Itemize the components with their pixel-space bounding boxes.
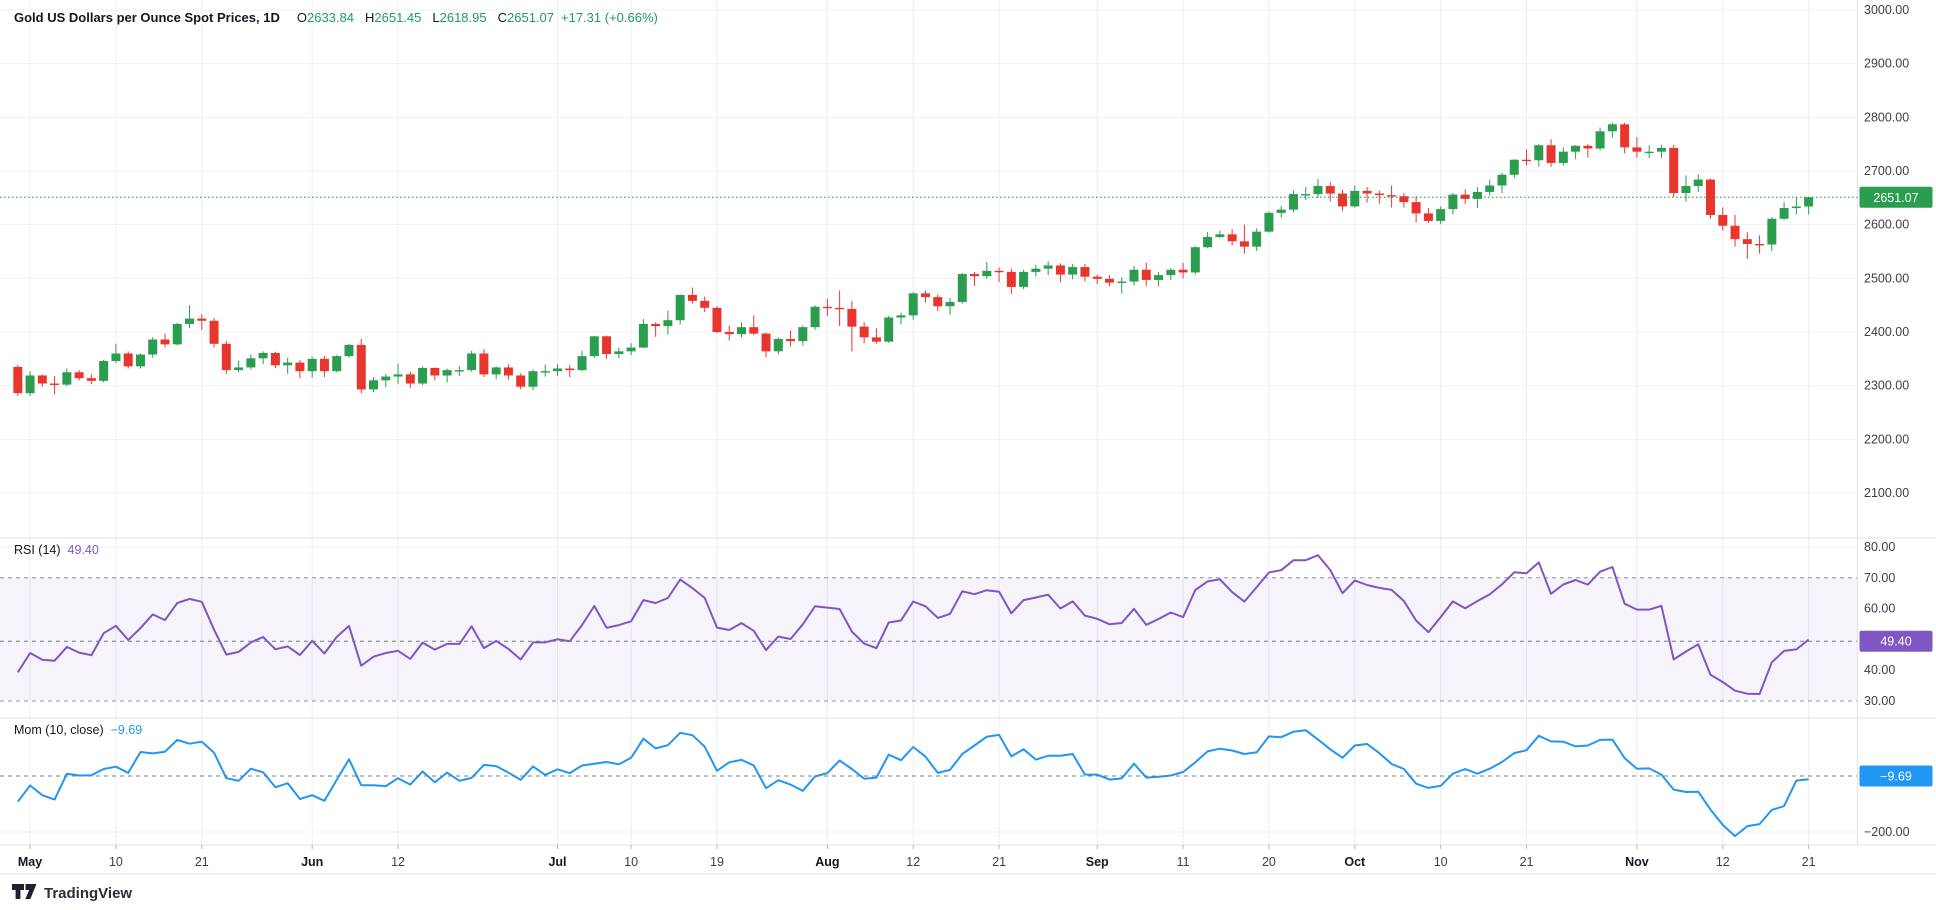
svg-text:2100.00: 2100.00 [1864,486,1909,500]
ohlc-high: H2651.45 [361,10,421,25]
svg-text:49.40: 49.40 [1880,635,1911,649]
svg-text:Jun: Jun [301,855,323,869]
svg-text:2700.00: 2700.00 [1864,164,1909,178]
rsi-label: RSI (14) [14,543,61,557]
svg-text:30.00: 30.00 [1864,694,1895,708]
svg-text:3000.00: 3000.00 [1864,3,1909,17]
svg-text:2400.00: 2400.00 [1864,325,1909,339]
price-axis[interactable]: 3000.00 2900.00 2800.00 2700.00 2600.00 2500.… [1864,3,1910,839]
main-series-legend: Gold US Dollars per Ounce Spot Prices, 1… [14,10,658,25]
rsi-indicator-legend: RSI (14) 49.40 [14,543,99,557]
svg-text:May: May [18,855,42,869]
change-value: +17.31 (+0.66%) [561,10,658,25]
svg-text:21: 21 [992,855,1006,869]
svg-text:12: 12 [391,855,405,869]
svg-text:19: 19 [710,855,724,869]
svg-text:Nov: Nov [1625,855,1649,869]
svg-text:12: 12 [1716,855,1730,869]
svg-text:60.00: 60.00 [1864,602,1895,616]
svg-text:2300.00: 2300.00 [1864,379,1909,393]
svg-text:2900.00: 2900.00 [1864,57,1909,71]
svg-text:10: 10 [624,855,638,869]
svg-text:2600.00: 2600.00 [1864,218,1909,232]
svg-text:20: 20 [1262,855,1276,869]
rsi-band [0,578,1857,701]
svg-text:70.00: 70.00 [1864,571,1895,585]
svg-text:12: 12 [906,855,920,869]
tradingview-mark-icon [12,883,37,904]
mom-label: Mom (10, close) [14,723,104,737]
svg-text:Oct: Oct [1344,855,1366,869]
svg-text:10: 10 [1434,855,1448,869]
chart-canvas[interactable]: 3000.00 2900.00 2800.00 2700.00 2600.00 2500.… [0,0,1936,910]
panel-borders [0,0,1936,874]
ohlc-close: C2651.07 [494,10,554,25]
svg-text:2651.07: 2651.07 [1873,191,1918,205]
svg-text:2200.00: 2200.00 [1864,432,1909,446]
rsi-value: 49.40 [68,543,99,557]
tradingview-wordmark: TradingView [44,885,132,902]
svg-text:11: 11 [1177,855,1190,869]
svg-text:10: 10 [109,855,123,869]
momentum-indicator-legend: Mom (10, close) −9.69 [14,723,142,737]
tradingview-logo[interactable]: TradingView [12,883,132,904]
ohlc-low: L2618.95 [428,10,486,25]
price-badge[interactable]: 2651.07 [1860,187,1933,208]
svg-text:Jul: Jul [548,855,566,869]
svg-text:2800.00: 2800.00 [1864,110,1909,124]
svg-text:40.00: 40.00 [1864,663,1895,677]
symbol-title: Gold US Dollars per Ounce Spot Prices, 1… [14,10,280,25]
rsi-badge[interactable]: 49.40 [1860,631,1933,652]
svg-text:−200.00: −200.00 [1864,825,1910,839]
svg-text:21: 21 [195,855,209,869]
svg-text:21: 21 [1802,855,1816,869]
mom-value: −9.69 [111,723,143,737]
svg-text:2500.00: 2500.00 [1864,271,1909,285]
svg-text:80.00: 80.00 [1864,540,1895,554]
ohlc-open: O2633.84 [293,10,354,25]
mom-badge[interactable]: −9.69 [1860,766,1933,787]
svg-text:21: 21 [1520,855,1534,869]
time-axis[interactable]: May 10 21 Jun 12 Jul 10 19 Aug 12 21 Sep 11 20 Oct 10 21… [18,845,1816,869]
svg-text:Sep: Sep [1086,855,1109,869]
svg-text:Aug: Aug [815,855,839,869]
svg-text:−9.69: −9.69 [1880,770,1912,784]
